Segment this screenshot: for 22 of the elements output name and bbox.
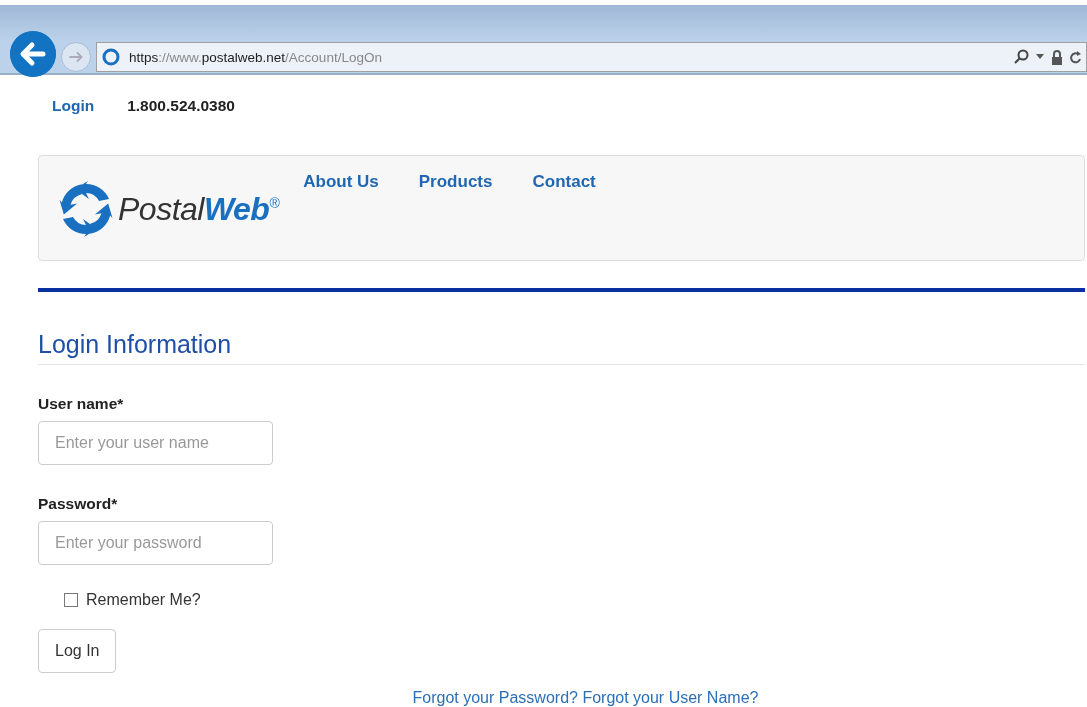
login-link[interactable]: Login (52, 97, 95, 133)
field-label: User name* (38, 395, 125, 413)
search-icon[interactable] (1013, 49, 1029, 65)
nav-link[interactable]: Products (418, 172, 493, 192)
checkbox-label[interactable]: Remember Me? (86, 591, 201, 609)
nav-link[interactable]: About Us (303, 172, 379, 192)
lock-icon[interactable] (1051, 49, 1063, 65)
logo-wordmark[interactable]: PostalWeb$^{®}$ (118, 190, 280, 228)
username-field[interactable]: Enter your user name (38, 421, 273, 465)
field-label: Password* (38, 495, 119, 513)
dropdown-caret-icon[interactable] (1036, 54, 1044, 60)
section-heading: Login Information (38, 330, 1085, 365)
nav-link[interactable]: Contact (532, 172, 596, 192)
site-logo-icon (101, 47, 121, 67)
phone-number: 1.800.524.0380 (127, 97, 235, 116)
back-arrow-icon[interactable] (10, 31, 56, 77)
logo-icon (58, 181, 114, 237)
log-in-button[interactable]: Log In (38, 629, 117, 673)
refresh-icon[interactable] (1070, 49, 1082, 65)
remember-checkbox[interactable] (64, 593, 78, 607)
forgot-link[interactable]: Forgot your Password? Forgot your User Name? (412, 689, 759, 706)
password-field[interactable]: Enter your password (38, 521, 273, 565)
